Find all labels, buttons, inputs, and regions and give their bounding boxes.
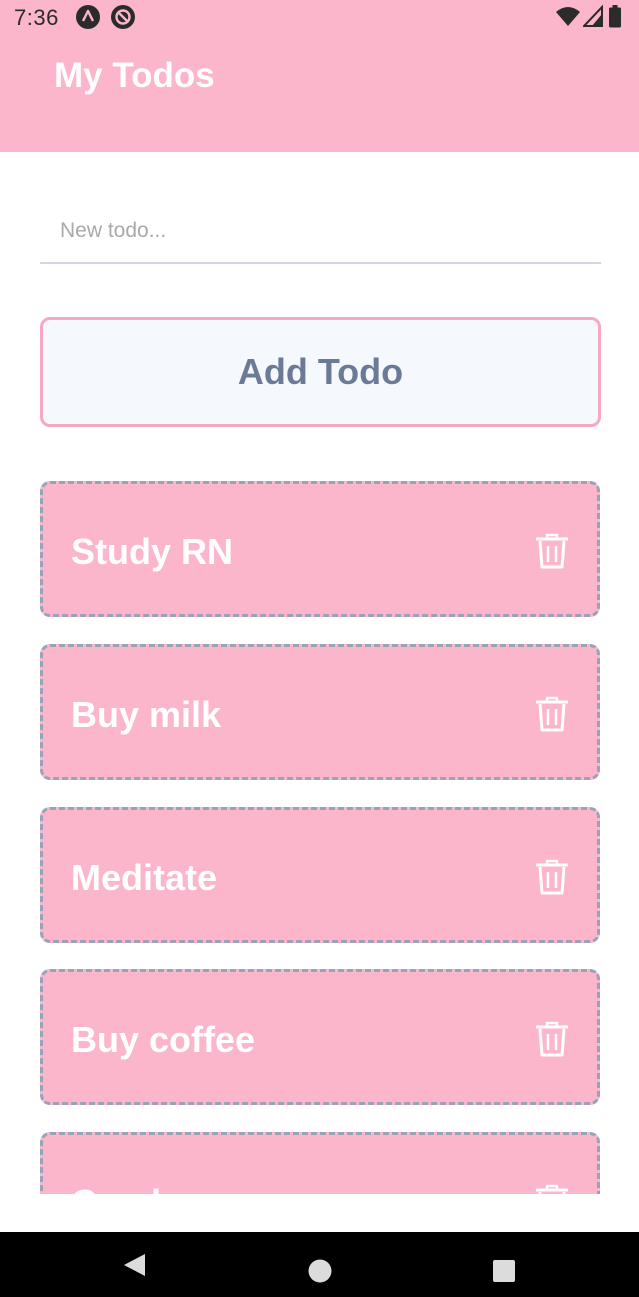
- todo-item[interactable]: Study RN: [40, 481, 600, 617]
- trash-icon[interactable]: [535, 1184, 569, 1194]
- navigation-bar: [0, 1232, 639, 1297]
- todo-list[interactable]: Study RN Buy milk Meditate Buy coffee: [0, 478, 639, 1194]
- status-bar: 7:36: [0, 0, 639, 34]
- new-todo-input[interactable]: [40, 200, 601, 264]
- app-header: 7:36 My Todos: [0, 0, 639, 152]
- recents-icon[interactable]: [492, 1259, 516, 1283]
- wifi-icon: [556, 7, 580, 26]
- back-icon[interactable]: [121, 1252, 147, 1278]
- status-time: 7:36: [14, 5, 59, 30]
- todo-text: Crack: [71, 1183, 171, 1195]
- react-native-notification-icon: [76, 5, 100, 29]
- trash-icon[interactable]: [535, 859, 569, 895]
- notification-blocked-icon: [111, 5, 135, 29]
- cellular-signal-icon: [583, 4, 603, 27]
- trash-icon[interactable]: [535, 696, 569, 732]
- app-screen: 7:36 My Todos New todo... Add Todo Study…: [0, 0, 639, 1297]
- todo-item[interactable]: Crack: [40, 1132, 600, 1194]
- todo-item[interactable]: Meditate: [40, 807, 600, 943]
- todo-text: Meditate: [71, 857, 218, 898]
- home-icon[interactable]: [308, 1259, 332, 1283]
- todo-item[interactable]: Buy coffee: [40, 969, 600, 1105]
- todo-item[interactable]: Buy milk: [40, 644, 600, 780]
- todo-text: Buy coffee: [71, 1019, 256, 1060]
- battery-icon: [609, 5, 621, 28]
- trash-icon[interactable]: [535, 1021, 569, 1057]
- add-todo-button[interactable]: Add Todo: [40, 317, 601, 427]
- todo-text: Study RN: [71, 531, 233, 572]
- todo-text: Buy milk: [71, 694, 222, 735]
- trash-icon[interactable]: [535, 533, 569, 569]
- page-title: My Todos: [54, 56, 215, 95]
